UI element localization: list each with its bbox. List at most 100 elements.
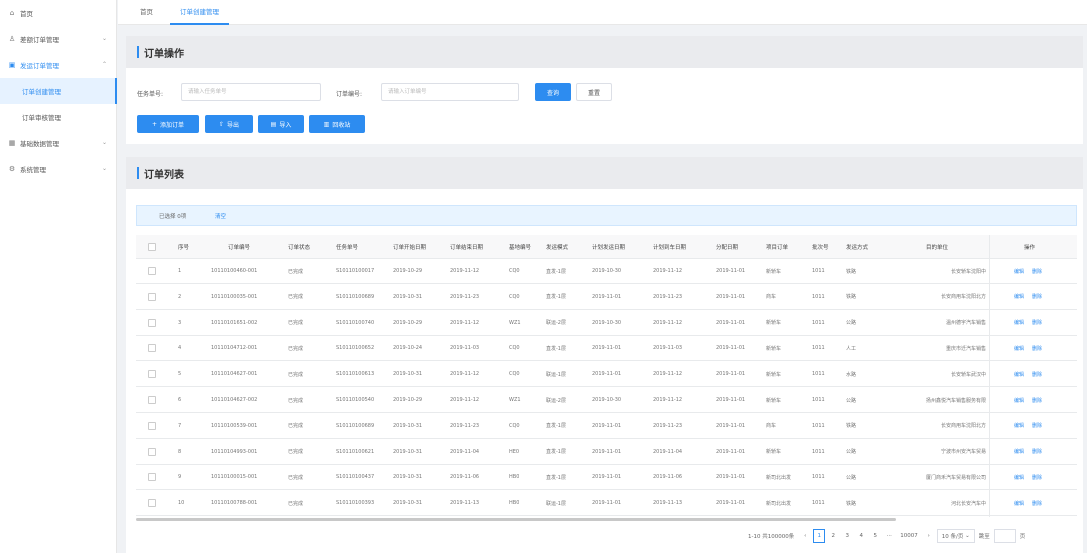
table-cell: 2019-10-31: [393, 293, 423, 300]
reset-button[interactable]: 重置: [576, 83, 612, 101]
row-checkbox[interactable]: [148, 473, 156, 482]
edit-link[interactable]: 编辑: [1014, 345, 1024, 352]
delete-link[interactable]: 删除: [1032, 474, 1042, 481]
grid-icon: ▦: [8, 139, 16, 147]
edit-link[interactable]: 编辑: [1014, 422, 1024, 429]
page-2-button[interactable]: 2: [827, 529, 839, 543]
page-size-select[interactable]: 10 条/页 ⌄: [936, 529, 975, 543]
table-row: 10 10110100788-001 已完成 S10110100393 2019-10-…: [136, 491, 1077, 517]
export-button[interactable]: ⇧ 导出: [205, 115, 253, 133]
query-button-label: 查询: [546, 89, 559, 97]
row-checkbox[interactable]: [148, 447, 156, 456]
edit-link[interactable]: 编辑: [1014, 474, 1024, 481]
table-cell: S10110100689: [336, 422, 375, 429]
row-checkbox-cell: [148, 336, 156, 360]
row-checkbox[interactable]: [148, 292, 156, 301]
table-cell: 9: [178, 474, 182, 481]
row-checkbox[interactable]: [148, 344, 156, 353]
query-button[interactable]: 查询: [535, 83, 571, 101]
table-cell: 2019-10-31: [393, 448, 423, 455]
order-no-input[interactable]: 请输入订单编号: [381, 83, 519, 101]
file-icon: ▤: [270, 120, 277, 128]
table-cell: 3: [178, 319, 182, 326]
sidebar-item-order-review[interactable]: 订单审核管理: [0, 104, 117, 130]
order-no-label: 订单编号:: [336, 91, 363, 98]
next-page-button[interactable]: ›: [923, 529, 935, 543]
col-header: 订单开始日期: [393, 244, 427, 251]
row-checkbox[interactable]: [148, 318, 156, 327]
table-row: 4 10110104712-001 已完成 S10110100652 2019-10-2…: [136, 336, 1077, 362]
table-cell: 铁路: [846, 500, 857, 507]
jump-page-input[interactable]: [993, 529, 1016, 543]
tab-order-create[interactable]: 订单创建管理: [170, 0, 229, 25]
table-row: 3 10110101651-002 已完成 S10110100740 2019-10-2…: [136, 310, 1077, 336]
row-checkbox[interactable]: [148, 421, 156, 430]
delete-link[interactable]: 删除: [1032, 319, 1042, 326]
row-checkbox[interactable]: [148, 499, 156, 508]
table-cell: 2019-10-31: [393, 422, 423, 429]
delete-link[interactable]: 删除: [1032, 345, 1042, 352]
select-all-checkbox[interactable]: [148, 242, 156, 251]
edit-link[interactable]: 编辑: [1014, 293, 1024, 300]
sidebar-item-diff-orders[interactable]: ♙ 差额订单管理 ⌄: [0, 26, 117, 52]
row-checkbox[interactable]: [148, 370, 156, 379]
table-cell: 1011: [812, 422, 825, 429]
table-cell: 2019-10-31: [393, 474, 423, 481]
row-checkbox[interactable]: [148, 396, 156, 404]
table-cell: 1011: [812, 500, 825, 507]
page-5-button[interactable]: 5: [869, 529, 881, 543]
table-cell: 扬州鑫悦汽车销售服务有限: [925, 397, 986, 404]
table-cell: 2019-11-01: [592, 293, 622, 300]
clear-selection-link[interactable]: 清空: [215, 212, 226, 220]
sidebar-item-order-create[interactable]: 订单创建管理: [0, 78, 117, 104]
row-checkbox-cell: [148, 465, 156, 489]
sidebar-item-label: 基础数据管理: [20, 140, 59, 148]
recycle-label: 回收站: [332, 121, 351, 129]
table-cell: 铁路: [846, 268, 857, 275]
edit-link[interactable]: 编辑: [1014, 397, 1024, 404]
delete-link[interactable]: 删除: [1032, 293, 1042, 300]
delete-link[interactable]: 删除: [1032, 422, 1042, 429]
table-cell: 厦门商禾汽车贸易有限公司: [925, 474, 986, 481]
prev-page-button[interactable]: ‹: [799, 529, 811, 543]
import-button[interactable]: ▤ 导入: [258, 115, 304, 133]
recycle-bin-button[interactable]: ▥ 回收站: [309, 115, 365, 133]
table-cell: 公路: [846, 397, 857, 404]
edit-link[interactable]: 编辑: [1014, 500, 1024, 507]
table-cell: 联运-2层: [546, 320, 566, 327]
sidebar-item-home[interactable]: ⌂ 首页: [0, 0, 117, 26]
table-cell: 1011: [812, 371, 825, 378]
page-4-button[interactable]: 4: [855, 529, 867, 543]
edit-link[interactable]: 编辑: [1014, 371, 1024, 378]
last-page-button[interactable]: 10007: [897, 529, 921, 543]
add-order-button[interactable]: + 添加订单: [137, 115, 199, 133]
page-3-button[interactable]: 3: [841, 529, 853, 543]
edit-link[interactable]: 编辑: [1014, 448, 1024, 455]
delete-link[interactable]: 删除: [1032, 500, 1042, 507]
table-cell: 已完成: [288, 320, 304, 327]
edit-link[interactable]: 编辑: [1014, 319, 1024, 326]
delete-link[interactable]: 删除: [1032, 397, 1042, 404]
tab-home[interactable]: 首页: [130, 0, 163, 25]
table-cell: 已完成: [288, 449, 304, 456]
plan-no-input[interactable]: 请输入任务单号: [181, 83, 321, 101]
horizontal-scrollbar[interactable]: [136, 518, 896, 521]
edit-link[interactable]: 编辑: [1014, 268, 1024, 275]
selection-count: 已选择 0项: [159, 214, 187, 220]
sidebar-item-shipping-orders[interactable]: ▣ 发运订单管理 ⌃: [0, 52, 117, 78]
row-checkbox[interactable]: [148, 267, 156, 275]
table-cell: 直发-1层: [546, 474, 566, 481]
sidebar-item-system[interactable]: ⚙ 系统管理 ⌄: [0, 156, 117, 182]
sidebar-item-base-data[interactable]: ▦ 基础数据管理 ⌄: [0, 130, 117, 156]
col-header: 操作: [1024, 244, 1036, 251]
table-cell: HB0: [509, 474, 520, 481]
table-cell: 1: [178, 268, 182, 274]
table-cell: 2019-11-12: [450, 397, 480, 403]
table-cell: 人工: [846, 345, 857, 352]
delete-link[interactable]: 删除: [1032, 268, 1042, 275]
page-1-button[interactable]: 1: [813, 529, 826, 543]
delete-link[interactable]: 删除: [1032, 448, 1042, 455]
delete-link[interactable]: 删除: [1032, 371, 1042, 378]
col-header: 序号: [178, 244, 190, 251]
page-ellipsis[interactable]: ···: [883, 529, 895, 543]
